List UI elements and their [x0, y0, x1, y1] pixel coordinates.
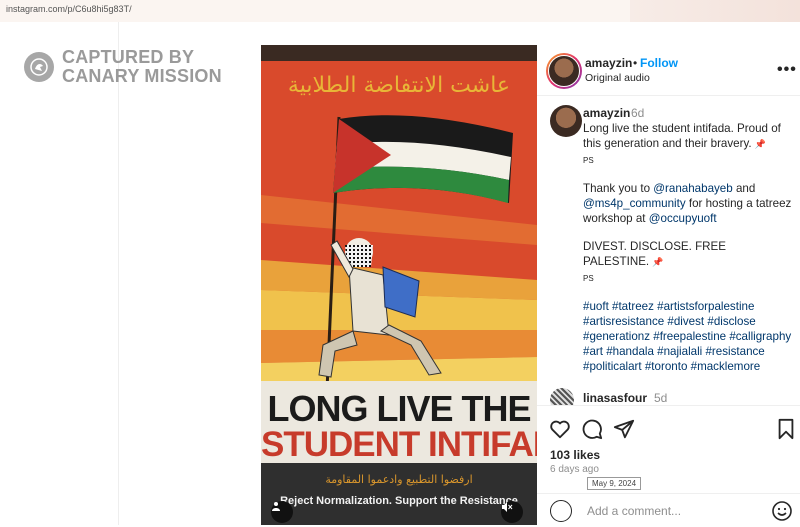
- post-username[interactable]: amayzin: [585, 56, 632, 70]
- poster-slogan-line2: STUDENT INTIFADA: [261, 425, 537, 464]
- emoji-icon[interactable]: [771, 500, 793, 522]
- story-ring[interactable]: [546, 53, 582, 89]
- left-margin: [0, 22, 119, 525]
- audio-label[interactable]: Original audio: [585, 72, 650, 84]
- pin-icon: 📌: [754, 139, 767, 149]
- canary-bird-icon: [24, 52, 54, 82]
- comment-username[interactable]: linasasfour: [583, 391, 647, 405]
- caption-paragraph-2b: and: [732, 182, 756, 195]
- comment-time[interactable]: 5d: [654, 391, 667, 405]
- avatar[interactable]: [548, 55, 580, 87]
- share-icon[interactable]: [613, 418, 635, 440]
- mention-link[interactable]: @ms4p_community: [583, 197, 686, 210]
- date-tooltip: May 9, 2024: [587, 477, 642, 490]
- caption-ps-2: PS: [583, 274, 594, 283]
- follow-button[interactable]: Follow: [640, 56, 678, 70]
- caption-paragraph-2a: Thank you to: [583, 182, 654, 195]
- comment-avatar[interactable]: [550, 388, 574, 406]
- browser-tab-strip: [630, 0, 800, 22]
- comment-author-avatar[interactable]: [550, 500, 572, 522]
- post-header: amayzin • Follow Original audio •••: [537, 45, 800, 96]
- url-text[interactable]: instagram.com/p/C6u8hi5g83T/: [6, 4, 132, 14]
- like-count[interactable]: 103 likes: [550, 448, 600, 462]
- heart-icon[interactable]: [549, 418, 571, 440]
- caption-ps-1: PS: [583, 156, 594, 165]
- caption-time[interactable]: 6d: [631, 106, 644, 120]
- post-side-panel: amayzin • Follow Original audio ••• amay…: [537, 45, 800, 526]
- post-image[interactable]: عاشت الانتفاضة الطلابية LONG LIVE THE ST…: [261, 45, 537, 525]
- watermark-line1: CAPTURED BY: [62, 47, 195, 67]
- canary-mission-watermark: CAPTURED BY CANARY MISSION: [24, 48, 222, 86]
- speaker-muted-icon[interactable]: [501, 501, 523, 523]
- caption-avatar[interactable]: [550, 105, 582, 137]
- caption-paragraph-1: Long live the student intifada. Proud of…: [583, 122, 781, 150]
- poster-arabic-subtitle: ارفضوا التطبيع وادعموا المقاومة: [325, 473, 473, 486]
- separator-dot: •: [633, 56, 638, 70]
- caption-text: Long live the student intifada. Proud of…: [583, 121, 795, 387]
- watermark-line2: CANARY MISSION: [62, 66, 222, 86]
- add-comment-input[interactable]: Add a comment...: [587, 504, 681, 518]
- pin-icon: 📌: [652, 257, 664, 267]
- comment-icon[interactable]: [581, 418, 603, 440]
- caption-username[interactable]: amayzin: [583, 106, 630, 120]
- poster-arabic-headline: عاشت الانتفاضة الطلابية: [287, 73, 511, 98]
- more-options-icon[interactable]: •••: [777, 61, 797, 79]
- save-bookmark-icon[interactable]: [775, 418, 797, 440]
- comment-row: linasasfour 5d: [550, 388, 800, 406]
- mention-link[interactable]: @ranahabayeb: [653, 182, 732, 195]
- post-date[interactable]: 6 days ago: [550, 464, 599, 475]
- poster-slogan-line1: LONG LIVE THE: [267, 388, 531, 429]
- mention-link[interactable]: @occupyuoft: [649, 212, 717, 225]
- browser-address-bar[interactable]: instagram.com/p/C6u8hi5g83T/: [0, 0, 800, 23]
- add-comment-bar: Add a comment...: [537, 493, 800, 527]
- post-actions: 103 likes 6 days ago May 9, 2024 Add a c…: [537, 405, 800, 526]
- poster-english-subtitle: Reject Normalization. Support the Resist…: [280, 495, 518, 507]
- tag-people-icon[interactable]: [271, 501, 293, 523]
- hashtag-list[interactable]: #uoft #tatreez #artistsforpalestine #art…: [583, 299, 795, 374]
